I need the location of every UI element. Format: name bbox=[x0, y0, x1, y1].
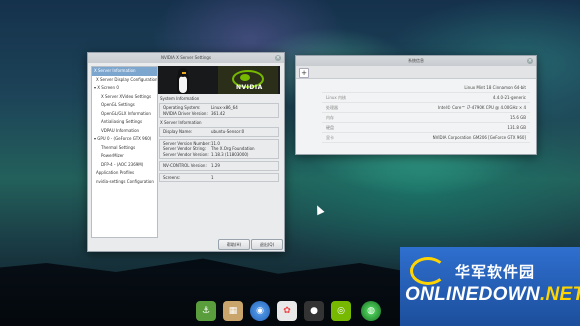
info-value: Linux Mint 18 Cinnamon 64-bit bbox=[464, 85, 526, 90]
info-value: 4.4.0-21-generic bbox=[492, 95, 526, 100]
info-value: NVIDIA Corporation GM206 [GeForce GTX 96… bbox=[432, 135, 526, 140]
window-title: NVIDIA X Server Settings bbox=[161, 55, 211, 60]
info-value: 1 bbox=[211, 174, 214, 180]
add-button[interactable]: + bbox=[299, 68, 309, 78]
info-value: 361.42 bbox=[211, 110, 225, 116]
window-toolbar: + bbox=[296, 66, 536, 79]
globe-icon[interactable]: ◍ bbox=[361, 301, 381, 321]
info-key: NVIDIA Driver Version: bbox=[163, 110, 208, 116]
sidebar-item[interactable]: ▾ X Screen 0 bbox=[92, 84, 157, 93]
window-titlebar[interactable]: NVIDIA X Server Settings × bbox=[88, 53, 284, 63]
sidebar-item[interactable]: VDPAU Information bbox=[92, 127, 157, 136]
info-row: Server Vendor Version: 1.18.3 (11803000) bbox=[163, 152, 275, 158]
info-value: Intel© Core™ i7-4790K CPU @ 4.00GHz × 4 bbox=[437, 105, 526, 110]
chrome-icon[interactable]: ◉ bbox=[250, 301, 270, 321]
sidebar-item[interactable]: Thermal Settings bbox=[92, 144, 157, 153]
watermark-english-suffix: .NET bbox=[539, 284, 580, 305]
mouse-cursor-icon bbox=[313, 203, 325, 216]
dock: ⚓ ▦ ◉ ✿ ● ◎ ◍ bbox=[193, 296, 389, 326]
watermark-logo-icon bbox=[410, 257, 446, 285]
info-row: 内存 15.6 GB bbox=[322, 113, 530, 123]
sidebar-item[interactable]: OpenGL Settings bbox=[92, 101, 157, 110]
sidebar-item[interactable]: OpenGL/GLX Information bbox=[92, 110, 157, 119]
info-key: 硬盘 bbox=[326, 125, 334, 130]
info-value: ubuntu-Sensor:0 bbox=[211, 129, 245, 134]
info-row: 硬盘 131.8 GB bbox=[322, 123, 530, 133]
photos-icon[interactable]: ✿ bbox=[277, 301, 297, 321]
nvidia-banner: NVIDIA bbox=[158, 66, 280, 94]
info-value: 1.29 bbox=[211, 163, 220, 168]
sidebar-item[interactable]: PowerMizer bbox=[92, 152, 157, 161]
nvcontrol-panel: NV-CONTROL Version: 1.29 bbox=[159, 161, 279, 171]
system-info-table: Linux Mint 18 Cinnamon 64-bit Linux 内核 4.… bbox=[322, 83, 530, 143]
close-icon[interactable]: × bbox=[527, 58, 533, 64]
settings-content: NVIDIA System Information Operating Syst… bbox=[158, 66, 280, 236]
info-row: Linux Mint 18 Cinnamon 64-bit bbox=[322, 83, 530, 93]
info-value: 131.8 GB bbox=[507, 125, 526, 130]
info-key bbox=[322, 83, 366, 92]
info-key: Server Vendor Version: bbox=[163, 151, 209, 157]
info-row: Linux 内核 4.4.0-21-generic bbox=[322, 93, 530, 103]
sidebar-item[interactable]: Application Profiles bbox=[92, 169, 157, 178]
info-key: NV-CONTROL Version: bbox=[163, 163, 207, 168]
info-key: Linux 内核 bbox=[326, 95, 347, 100]
xserver-info-header: X Server Information bbox=[160, 120, 202, 125]
screens-panel: Screens: 1 bbox=[159, 172, 279, 182]
close-icon[interactable]: × bbox=[275, 55, 281, 61]
sidebar-item[interactable]: ▾ GPU 0 - (GeForce GTX 960) bbox=[92, 135, 157, 144]
sidebar-item[interactable]: DFP-4 - (AOC 2369M) bbox=[92, 161, 157, 170]
info-row: Display Name: ubuntu-Sensor:0 bbox=[163, 129, 275, 135]
help-button[interactable]: 帮助(H) bbox=[218, 239, 250, 250]
window-title: 系统信息 bbox=[408, 58, 424, 63]
info-value: 15.6 GB bbox=[509, 115, 526, 120]
info-row: NVIDIA Driver Version: 361.42 bbox=[163, 111, 275, 117]
info-row: 显卡 NVIDIA Corporation GM206 [GeForce GTX … bbox=[322, 133, 530, 143]
info-key: 处理器 bbox=[326, 105, 338, 110]
sidebar-item[interactable]: nvidia-settings Configuration bbox=[92, 178, 157, 187]
settings-sidebar: X Server Information X Server Display Co… bbox=[91, 66, 158, 238]
info-key: Display Name: bbox=[163, 129, 193, 134]
info-value: 1.18.3 (11803000) bbox=[211, 151, 249, 157]
info-key: Screens: bbox=[163, 174, 181, 180]
camera-icon[interactable]: ● bbox=[304, 301, 324, 321]
dialog-button-bar: 帮助(H) 退出(Q) bbox=[88, 237, 284, 251]
xserver-version-panel: Server Version Number: 11.0 Server Vendor… bbox=[159, 138, 279, 159]
nvidia-logo-text: NVIDIA bbox=[236, 84, 263, 91]
info-row: 处理器 Intel© Core™ i7-4790K CPU @ 4.00GHz ×… bbox=[322, 103, 530, 113]
info-key: 内存 bbox=[326, 115, 334, 120]
quit-button[interactable]: 退出(Q) bbox=[251, 239, 283, 250]
sidebar-item[interactable]: X Server XVideo Settings bbox=[92, 93, 157, 102]
file-manager-icon[interactable]: ▦ bbox=[223, 301, 243, 321]
info-row: Screens: 1 bbox=[163, 175, 275, 181]
tux-penguin-icon bbox=[174, 68, 192, 94]
onlinedown-watermark: 华军软件园 ONLINEDOWN.NET bbox=[400, 247, 580, 326]
sidebar-item[interactable]: Antialiasing Settings bbox=[92, 118, 157, 127]
system-info-header: System Information bbox=[160, 96, 200, 101]
sidebar-item[interactable]: X Server Display Configuration bbox=[92, 76, 157, 85]
info-row: NV-CONTROL Version: 1.29 bbox=[163, 163, 275, 169]
watermark-english-prefix: ONLINEDOWN bbox=[405, 284, 540, 305]
watermark-chinese-text: 华军软件园 bbox=[455, 263, 536, 281]
info-key: 显卡 bbox=[326, 135, 334, 140]
window-titlebar[interactable]: 系统信息 × bbox=[296, 56, 536, 66]
nvidia-icon[interactable]: ◎ bbox=[331, 301, 351, 321]
system-info-window: 系统信息 × + Linux Mint 18 Cinnamon 64-bit L… bbox=[295, 55, 537, 155]
watermark-english-text: ONLINEDOWN.NET bbox=[405, 284, 580, 306]
nvidia-settings-window: NVIDIA X Server Settings × X Server Info… bbox=[87, 52, 285, 252]
xserver-info-panel: Display Name: ubuntu-Sensor:0 bbox=[159, 127, 279, 137]
sidebar-item[interactable]: X Server Information bbox=[92, 67, 157, 76]
nvidia-logo-icon: NVIDIA bbox=[218, 66, 278, 94]
system-info-panel: Operating System: Linux-x86_64 NVIDIA Dri… bbox=[159, 103, 279, 118]
anchor-app-icon[interactable]: ⚓ bbox=[196, 301, 216, 321]
